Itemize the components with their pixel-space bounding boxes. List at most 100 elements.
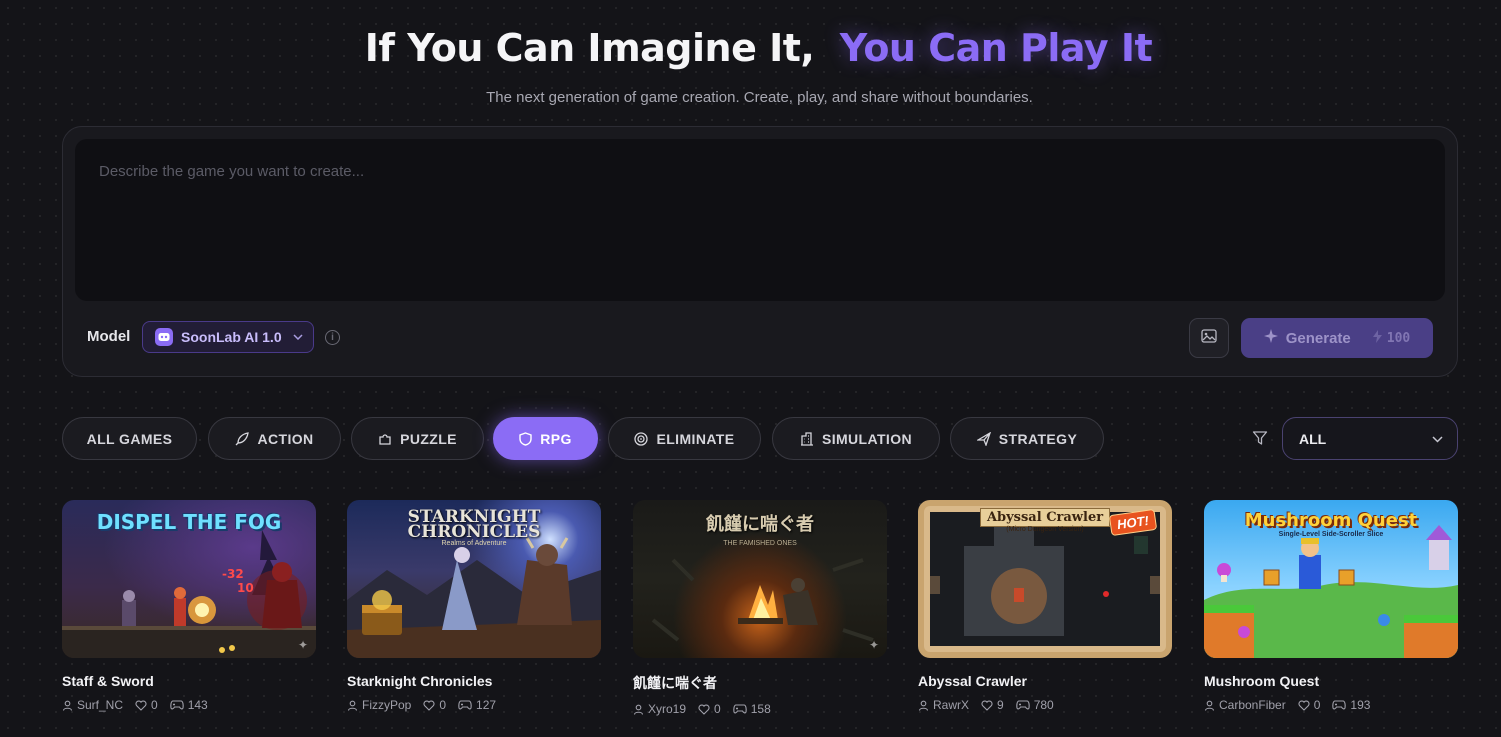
thumbnail-title: Abyssal Crawler: [980, 508, 1110, 527]
heart-icon: [981, 700, 993, 711]
svg-text:10: 10: [237, 581, 254, 595]
likes-count: 0: [439, 698, 447, 712]
sparkle-icon: ✦: [297, 638, 308, 652]
hero-title-accent: You Can Play It: [839, 26, 1153, 70]
bot-icon: [155, 328, 173, 346]
game-meta: Surf_NC 0 143: [62, 698, 316, 712]
user-icon: [633, 704, 644, 715]
game-thumbnail: -32 10 DISPEL THE FOG ✦: [62, 500, 316, 658]
plays: 143: [169, 698, 208, 712]
likes-count: 0: [151, 698, 158, 712]
author-name: Xyro19: [648, 702, 687, 716]
filter-select[interactable]: ALL: [1282, 417, 1458, 460]
likes: 0: [698, 702, 721, 716]
thumbnail-subtitle: (Micro Dungeon Version): [1006, 526, 1084, 533]
hero-title: If You Can Imagine It, You Can Play It: [0, 26, 1501, 70]
tab-rpg[interactable]: RPG: [493, 417, 598, 460]
image-icon: [1201, 328, 1217, 348]
user-icon: [1204, 700, 1215, 711]
model-select[interactable]: SoonLab AI 1.0: [142, 321, 314, 353]
likes: 9: [981, 698, 1004, 712]
filter-icon: [1252, 430, 1268, 451]
likes-count: 0: [1313, 698, 1321, 712]
rocket-icon: [235, 431, 250, 446]
info-icon[interactable]: i: [325, 330, 340, 345]
game-card[interactable]: 飢饉に喘ぐ者 THE FAMISHED ONES ✦ 飢饉に喘ぐ者 Xyro19…: [633, 500, 887, 716]
building-icon: [800, 431, 814, 446]
heart-icon: [698, 704, 710, 715]
game-thumbnail: STARKNIGHT CHRONICLES Realms of Adventur…: [347, 500, 601, 658]
game-card[interactable]: Abyssal Crawler (Micro Dungeon Version) …: [918, 500, 1172, 712]
generate-cost-value: 100: [1386, 330, 1411, 346]
heart-icon: [1298, 700, 1310, 711]
game-thumbnail: Abyssal Crawler (Micro Dungeon Version) …: [918, 500, 1172, 658]
game-thumbnail: 飢饉に喘ぐ者 THE FAMISHED ONES ✦: [633, 500, 887, 658]
game-card[interactable]: Mushroom Quest Single-Level Side-Scrolle…: [1204, 500, 1458, 712]
sparkle-icon: [1263, 329, 1278, 347]
generate-button[interactable]: Generate 100: [1241, 318, 1433, 358]
sparkle-icon: ✦: [868, 638, 879, 652]
user-icon: [347, 700, 358, 711]
coin-icon: [1372, 329, 1382, 347]
author: FizzyPop: [347, 698, 411, 712]
likes-count: 0: [714, 702, 721, 716]
author: CarbonFiber: [1204, 698, 1286, 712]
user-icon: [62, 700, 73, 711]
hero-title-main: If You Can Imagine It,: [364, 26, 815, 70]
author-name: Surf_NC: [77, 698, 124, 712]
game-card[interactable]: STARKNIGHT CHRONICLES Realms of Adventur…: [347, 500, 601, 712]
tab-label: SIMULATION: [821, 430, 913, 447]
likes: 0: [1298, 698, 1321, 712]
game-title: 飢饉に喘ぐ者: [633, 675, 717, 691]
tab-eliminate[interactable]: ELIMINATE: [608, 417, 761, 460]
model-name: SoonLab AI 1.0: [181, 329, 282, 345]
tab-label: RPG: [540, 430, 572, 447]
thumbnail-subtitle: Realms of Adventure: [441, 540, 507, 547]
likes-count: 9: [997, 698, 1004, 712]
model-label: Model: [87, 328, 131, 345]
author: RawrX: [918, 698, 969, 712]
heart-icon: [135, 700, 147, 711]
plays-count: 143: [187, 698, 208, 712]
thumbnail-title: STARKNIGHT CHRONICLES: [407, 507, 541, 542]
game-meta: CarbonFiber 0 193: [1204, 698, 1458, 712]
generate-label: Generate: [1285, 329, 1351, 347]
heart-icon: [423, 700, 435, 711]
tab-all-games[interactable]: ALL GAMES: [62, 417, 197, 460]
tab-label: ACTION: [257, 430, 314, 447]
game-title: Staff & Sword: [62, 673, 154, 689]
tab-label: PUZZLE: [400, 430, 457, 447]
tab-puzzle[interactable]: PUZZLE: [351, 417, 484, 460]
game-description-input[interactable]: [75, 139, 1445, 301]
thumbnail-title: Mushroom Quest: [1244, 510, 1418, 531]
filter-selected: ALL: [1299, 430, 1327, 447]
plane-icon: [976, 431, 991, 446]
tab-action[interactable]: ACTION: [208, 417, 341, 460]
thumbnail-title: DISPEL THE FOG: [96, 510, 282, 534]
game-meta: FizzyPop 0 127: [347, 698, 601, 712]
likes: 0: [423, 698, 446, 712]
tab-label: STRATEGY: [998, 430, 1078, 447]
gamepad-icon: [169, 700, 184, 710]
plays: 158: [732, 702, 771, 716]
generate-cost: 100: [1372, 329, 1411, 347]
svg-text:-32: -32: [222, 567, 244, 581]
author: Xyro19: [633, 702, 686, 716]
target-icon: [634, 431, 649, 446]
gamepad-icon: [458, 700, 472, 710]
tab-strategy[interactable]: STRATEGY: [950, 417, 1104, 460]
plays: 127: [458, 698, 496, 712]
gamepad-icon: [732, 704, 747, 714]
tab-simulation[interactable]: SIMULATION: [772, 417, 940, 460]
plays-count: 127: [476, 698, 497, 712]
likes: 0: [135, 698, 158, 712]
game-card[interactable]: -32 10 DISPEL THE FOG ✦ Staff & Sword Su…: [62, 500, 316, 712]
author: Surf_NC: [62, 698, 123, 712]
author-name: RawrX: [933, 698, 970, 712]
upload-image-button[interactable]: [1189, 318, 1229, 358]
game-title: Starknight Chronicles: [347, 673, 493, 689]
plays-count: 158: [750, 702, 771, 716]
plays-count: 780: [1033, 698, 1054, 712]
thumbnail-subtitle: Single-Level Side-Scroller Slice: [1278, 531, 1384, 538]
user-icon: [918, 700, 929, 711]
